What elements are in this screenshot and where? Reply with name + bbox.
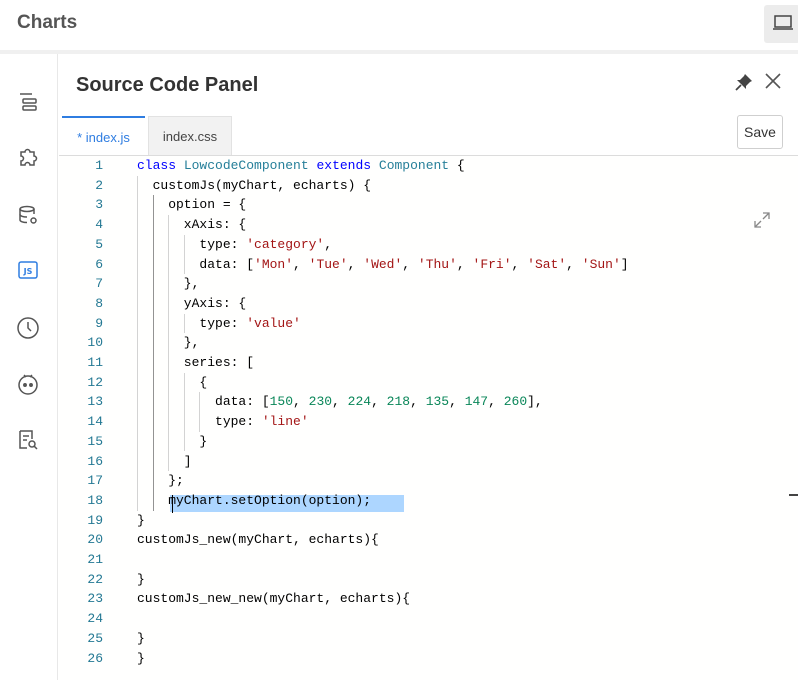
code-text: }, [137,335,200,351]
code-line[interactable]: 13 data: [150, 230, 224, 218, 135, 147, … [59,392,798,412]
code-text: myChart.setOption(option); [137,492,372,508]
code-line[interactable]: 4 xAxis: { [59,215,798,235]
line-number: 24 [87,611,103,627]
device-toggle-button[interactable] [764,5,798,43]
code-line[interactable]: 11 series: [ [59,353,798,373]
code-line[interactable]: 19} [59,511,798,531]
code-editor[interactable]: 1 class LowcodeComponent extends Componen… [59,156,798,680]
line-number: 17 [87,473,103,489]
code-text: } [137,630,145,646]
code-text: customJs_new_new(myChart, echarts){ [137,591,411,607]
line-number: 9 [95,315,103,331]
code-text: customJs(myChart, echarts) { [137,177,372,193]
line-number: 16 [87,453,103,469]
line-number: 4 [95,217,103,233]
code-text: }, [137,276,200,292]
line-number: 12 [87,374,103,390]
code-text: } [137,433,208,449]
code-text: type: 'value' [137,315,301,331]
code-text: yAxis: { [137,295,247,311]
code-text: } [137,650,145,666]
code-line[interactable]: 18 myChart.setOption(option); [59,491,798,511]
line-number: 15 [87,433,103,449]
line-number: 7 [95,276,103,292]
line-number: 20 [87,532,103,548]
code-line[interactable]: 6 data: ['Mon', 'Tue', 'Wed', 'Thu', 'Fr… [59,255,798,275]
source-code-panel: Source Code Panel * index.js index.css S… [59,54,798,680]
line-number: 21 [87,552,103,567]
file-tabs: * index.js index.css [59,114,798,156]
code-text: } [137,571,145,587]
line-number: 6 [95,256,103,272]
tab-index-js[interactable]: * index.js [62,116,145,156]
app-title: Charts [17,12,78,33]
code-line[interactable]: 7 }, [59,274,798,294]
datasource-icon[interactable] [14,201,42,229]
pin-icon[interactable] [734,72,754,92]
code-text: series: [ [137,355,255,370]
code-text: { [137,374,208,390]
line-number: 1 [95,158,103,173]
code-text: ] [137,453,192,469]
code-line[interactable]: 3 option = { [59,195,798,215]
code-line[interactable]: 22} [59,570,798,590]
plugin-icon[interactable] [14,144,42,172]
line-number: 10 [87,335,103,351]
search-doc-icon[interactable] [14,426,42,454]
code-line[interactable]: 26} [59,649,798,669]
history-icon[interactable] [14,314,42,342]
line-number: 3 [95,197,103,213]
line-number: 11 [87,355,103,370]
svg-text:JS: JS [23,267,33,276]
top-bar: Charts [0,0,798,50]
outline-icon[interactable] [14,87,42,115]
save-button[interactable]: Save [737,115,783,149]
js-icon[interactable]: JS [14,256,42,284]
code-line[interactable]: 21 [59,550,798,570]
line-number: 25 [87,630,103,646]
code-line[interactable]: 8 yAxis: { [59,294,798,314]
line-number: 13 [87,394,103,410]
sidebar: JS [0,54,58,680]
line-number: 22 [87,571,103,587]
code-line[interactable]: 10 }, [59,333,798,353]
code-line[interactable]: 25} [59,629,798,649]
tab-index-css[interactable]: index.css [148,116,232,156]
code-text: option = { [137,197,247,213]
code-line[interactable]: 5 type: 'category', [59,235,798,255]
code-line[interactable]: 14 type: 'line' [59,412,798,432]
code-line[interactable]: 24 [59,609,798,629]
code-line[interactable]: 23 customJs_new_new(myChart, echarts){ [59,589,798,609]
code-line[interactable]: 20 customJs_new(myChart, echarts){ [59,530,798,550]
code-line[interactable]: 12 { [59,373,798,393]
line-number: 14 [87,414,103,430]
panel-title: Source Code Panel [76,74,259,96]
code-text: class LowcodeComponent extends Component… [137,158,465,173]
line-number: 18 [87,492,103,508]
code-text: customJs_new(myChart, echarts){ [137,532,379,548]
code-text: type: 'line' [137,414,309,430]
close-icon[interactable] [763,71,783,91]
code-line[interactable]: 16 ] [59,452,798,472]
code-line[interactable]: 15 } [59,432,798,452]
line-number: 26 [87,650,103,666]
code-text: type: 'category', [137,236,333,252]
code-text: }; [137,473,184,489]
code-text: data: ['Mon', 'Tue', 'Wed', 'Thu', 'Fri'… [137,256,629,272]
laptop-icon [773,15,793,30]
code-line[interactable]: 17 }; [59,471,798,491]
code-line[interactable]: 9 type: 'value' [59,314,798,334]
line-number: 23 [87,591,103,607]
line-number: 19 [87,512,103,528]
code-line[interactable]: 2 customJs(myChart, echarts) { [59,176,798,196]
robot-icon[interactable] [14,370,42,398]
code-line[interactable]: 1 class LowcodeComponent extends Componen… [59,156,798,176]
code-text: data: [150, 230, 224, 218, 135, 147, 260… [137,394,543,410]
line-number: 5 [95,236,103,252]
line-number: 2 [95,177,103,193]
line-number: 8 [95,295,103,311]
code-text: } [137,512,145,528]
code-text: xAxis: { [137,217,247,233]
